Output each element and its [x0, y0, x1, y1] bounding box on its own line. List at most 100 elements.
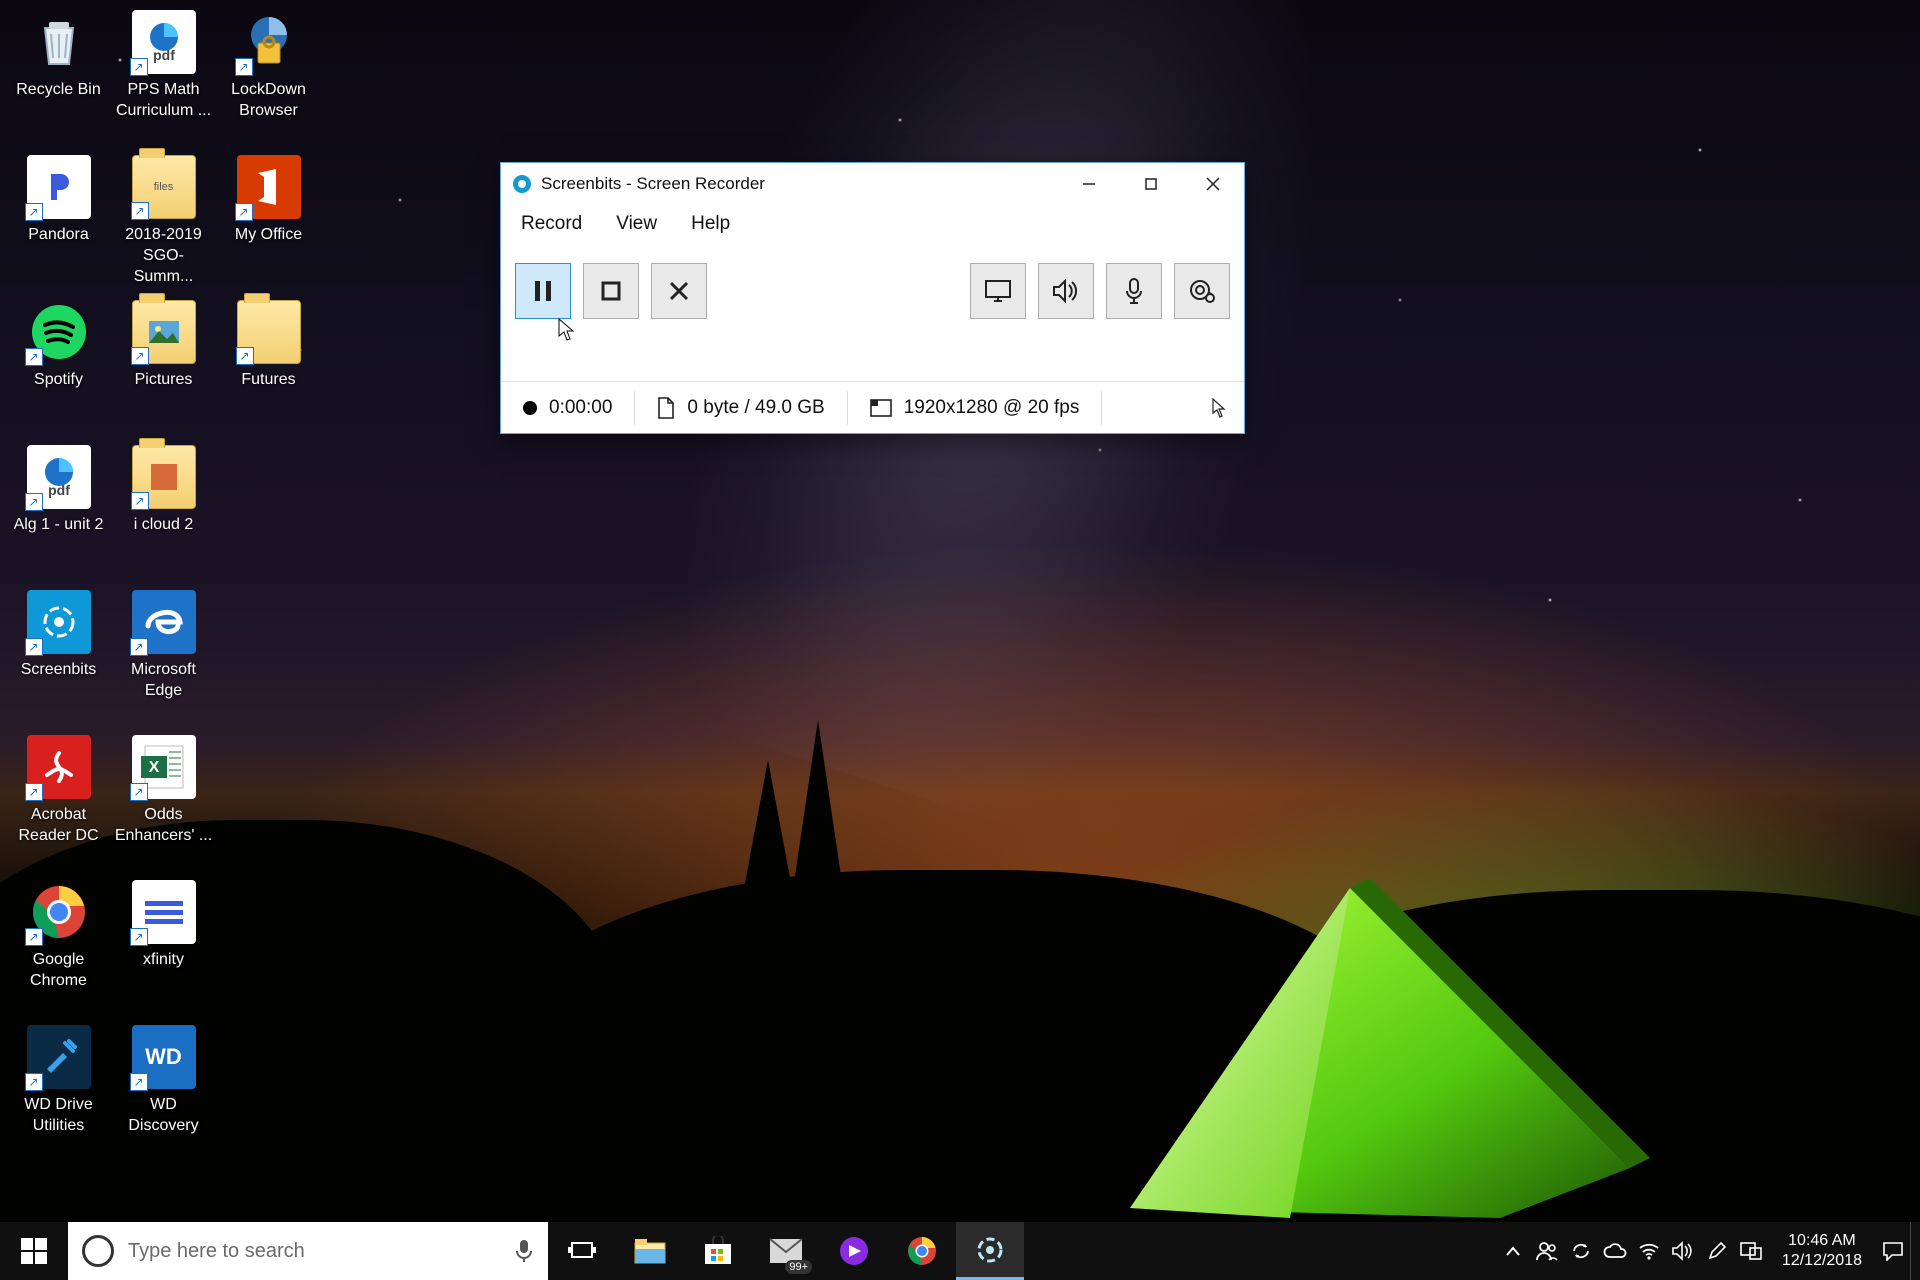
system-tray: 10:46 AM 12/12/2018	[1496, 1222, 1920, 1280]
desktop-icon-recycle-bin[interactable]: Recycle Bin	[6, 6, 111, 151]
desktop-icon-label: Alg 1 - unit 2	[14, 515, 104, 536]
task-view-button[interactable]	[548, 1222, 616, 1280]
screenbits-window[interactable]: Screenbits - Screen Recorder Record View…	[500, 162, 1245, 434]
shortcut-overlay-icon: ↗	[235, 58, 253, 76]
tray-sync-icon[interactable]	[1564, 1222, 1598, 1280]
system-audio-button[interactable]	[1038, 263, 1094, 319]
desktop-icon-grid: Recycle Bin pdf ↗ PPS Math Curriculum ..…	[6, 6, 321, 1166]
status-filesize: 0 byte / 49.0 GB	[687, 397, 824, 419]
microphone-button[interactable]	[1106, 263, 1162, 319]
shortcut-overlay-icon: ↗	[235, 203, 253, 221]
taskbar-clock[interactable]: 10:46 AM 12/12/2018	[1768, 1231, 1876, 1271]
wallpaper-tree	[790, 720, 846, 910]
cancel-button[interactable]	[651, 263, 707, 319]
wd-utilities-icon: ↗	[27, 1025, 91, 1089]
desktop-icon-my-office[interactable]: ↗ My Office	[216, 151, 321, 296]
desktop-icon-sgo[interactable]: files ↗ 2018-2019 SGO-Summ...	[111, 151, 216, 296]
wd-discovery-icon: WD ↗	[132, 1025, 196, 1089]
mail-badge: 99+	[785, 1260, 812, 1274]
webcam-button[interactable]	[1174, 263, 1230, 319]
desktop-icon-futures[interactable]: ↗ Futures	[216, 296, 321, 441]
show-desktop-button[interactable]	[1910, 1222, 1920, 1280]
tray-people-icon[interactable]	[1530, 1222, 1564, 1280]
start-button[interactable]	[0, 1222, 68, 1280]
svg-text:pdf: pdf	[153, 47, 175, 63]
maximize-button[interactable]	[1120, 163, 1182, 205]
taskbar-app-chrome[interactable]	[888, 1222, 956, 1280]
minimize-button[interactable]	[1058, 163, 1120, 205]
shortcut-overlay-icon: ↗	[236, 347, 254, 365]
desktop-icon-pictures[interactable]: ↗ Pictures	[111, 296, 216, 441]
wallpaper-tent	[1070, 868, 1690, 1228]
shortcut-overlay-icon: ↗	[130, 1073, 148, 1091]
desktop-icon-label: Recycle Bin	[16, 80, 100, 101]
desktop[interactable]: Recycle Bin pdf ↗ PPS Math Curriculum ..…	[0, 0, 1920, 1280]
shortcut-overlay-icon: ↗	[131, 347, 149, 365]
tray-wifi-icon[interactable]	[1632, 1222, 1666, 1280]
taskbar-app-store[interactable]	[684, 1222, 752, 1280]
clock-date: 12/12/2018	[1782, 1251, 1862, 1271]
wallpaper-tree	[740, 760, 796, 910]
shortcut-overlay-icon: ↗	[130, 928, 148, 946]
desktop-icon-chrome[interactable]: ↗ Google Chrome	[6, 876, 111, 1021]
shortcut-overlay-icon: ↗	[25, 348, 43, 366]
folder-icon: ↗	[132, 445, 196, 509]
cursor-icon	[1212, 398, 1226, 418]
lockdown-browser-icon: ↗	[237, 10, 301, 74]
desktop-icon-alg1[interactable]: pdf ↗ Alg 1 - unit 2	[6, 441, 111, 586]
taskbar-app-unknown-purple[interactable]	[820, 1222, 888, 1280]
desktop-icon-icloud2[interactable]: ↗ i cloud 2	[111, 441, 216, 586]
acrobat-icon: ↗	[27, 735, 91, 799]
desktop-icon-label: PPS Math Curriculum ...	[114, 80, 214, 122]
excel-file-icon: X ↗	[132, 735, 196, 799]
statusbar: 0:00:00 0 byte / 49.0 GB 1920x1280 @ 20 …	[501, 381, 1244, 433]
shortcut-overlay-icon: ↗	[131, 202, 149, 220]
taskbar-app-screenbits[interactable]	[956, 1222, 1024, 1280]
desktop-icon-pps-math[interactable]: pdf ↗ PPS Math Curriculum ...	[111, 6, 216, 151]
menubar: Record View Help	[501, 205, 1244, 253]
desktop-icon-label: WD Discovery	[114, 1095, 214, 1137]
menu-help[interactable]: Help	[689, 209, 732, 239]
desktop-icon-acrobat[interactable]: ↗ Acrobat Reader DC	[6, 731, 111, 876]
capture-screen-button[interactable]	[970, 263, 1026, 319]
action-center-icon[interactable]	[1876, 1222, 1910, 1280]
mic-icon[interactable]	[500, 1238, 548, 1264]
desktop-icon-spotify[interactable]: ↗ Spotify	[6, 296, 111, 441]
chrome-icon: ↗	[27, 880, 91, 944]
titlebar[interactable]: Screenbits - Screen Recorder	[501, 163, 1244, 205]
tray-project-icon[interactable]	[1734, 1222, 1768, 1280]
tray-onedrive-icon[interactable]	[1598, 1222, 1632, 1280]
desktop-icon-label: Pandora	[28, 225, 89, 246]
tray-volume-icon[interactable]	[1666, 1222, 1700, 1280]
shortcut-overlay-icon: ↗	[130, 783, 148, 801]
menu-view[interactable]: View	[614, 209, 659, 239]
taskbar[interactable]: Type here to search 99+	[0, 1222, 1920, 1280]
tray-show-hidden-icons[interactable]	[1496, 1222, 1530, 1280]
edge-pdf-icon: pdf ↗	[132, 10, 196, 74]
shortcut-overlay-icon: ↗	[130, 638, 148, 656]
spotify-icon: ↗	[27, 300, 91, 364]
edge-pdf-icon: pdf ↗	[27, 445, 91, 509]
shortcut-overlay-icon: ↗	[130, 58, 148, 76]
desktop-icon-xfinity[interactable]: ↗ xfinity	[111, 876, 216, 1021]
taskbar-app-mail[interactable]: 99+	[752, 1222, 820, 1280]
menu-record[interactable]: Record	[519, 209, 584, 239]
desktop-icon-odds[interactable]: X ↗ Odds Enhancers' ...	[111, 731, 216, 876]
desktop-icon-screenbits[interactable]: ↗ Screenbits	[6, 586, 111, 731]
desktop-icon-label: Acrobat Reader DC	[9, 805, 109, 847]
desktop-icon-edge[interactable]: ↗ Microsoft Edge	[111, 586, 216, 731]
desktop-icon-wd-drive[interactable]: ↗ WD Drive Utilities	[6, 1021, 111, 1166]
search-box[interactable]: Type here to search	[68, 1222, 548, 1280]
desktop-icon-wd-discovery[interactable]: WD ↗ WD Discovery	[111, 1021, 216, 1166]
desktop-icon-lockdown-browser[interactable]: ↗ LockDown Browser	[216, 6, 321, 151]
desktop-icon-label: Google Chrome	[9, 950, 109, 992]
office-icon: ↗	[237, 155, 301, 219]
folder-icon: files ↗	[132, 155, 196, 219]
shortcut-overlay-icon: ↗	[25, 493, 43, 511]
tray-pen-icon[interactable]	[1700, 1222, 1734, 1280]
desktop-icon-pandora[interactable]: ↗ Pandora	[6, 151, 111, 296]
pause-button[interactable]	[515, 263, 571, 319]
taskbar-app-file-explorer[interactable]	[616, 1222, 684, 1280]
close-button[interactable]	[1182, 163, 1244, 205]
stop-button[interactable]	[583, 263, 639, 319]
